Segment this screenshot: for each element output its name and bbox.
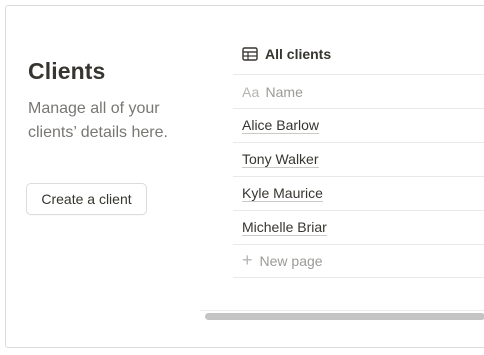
new-page-label: New page (259, 253, 323, 269)
table-icon (242, 47, 258, 61)
table-row[interactable]: Michelle Briar (233, 210, 484, 244)
table-row[interactable]: Tony Walker (233, 142, 484, 176)
horizontal-scrollbar-thumb[interactable] (205, 313, 484, 320)
column-header-label: Name (265, 83, 303, 100)
plus-icon: + (242, 249, 253, 270)
table-row[interactable]: Kyle Maurice (233, 176, 484, 210)
new-page-button[interactable]: + New page (233, 244, 484, 278)
client-name-cell[interactable]: Alice Barlow (242, 117, 320, 134)
database-view-tab[interactable]: All clients (242, 40, 331, 68)
create-client-button[interactable]: Create a client (26, 183, 147, 215)
database-view-name: All clients (265, 46, 332, 62)
page-description: Manage all of your clients’ details here… (28, 100, 168, 141)
text-property-icon: Aa (242, 83, 260, 100)
clients-table: Aa Name Alice Barlow Tony Walker Kyle Ma… (233, 74, 484, 278)
table-row[interactable]: Alice Barlow (233, 108, 484, 142)
client-name-cell[interactable]: Michelle Briar (242, 219, 327, 236)
page-title: Clients (28, 58, 106, 84)
client-name-cell[interactable]: Kyle Maurice (242, 185, 323, 202)
column-header-name[interactable]: Aa Name (233, 74, 484, 108)
client-name-cell[interactable]: Tony Walker (242, 151, 319, 168)
